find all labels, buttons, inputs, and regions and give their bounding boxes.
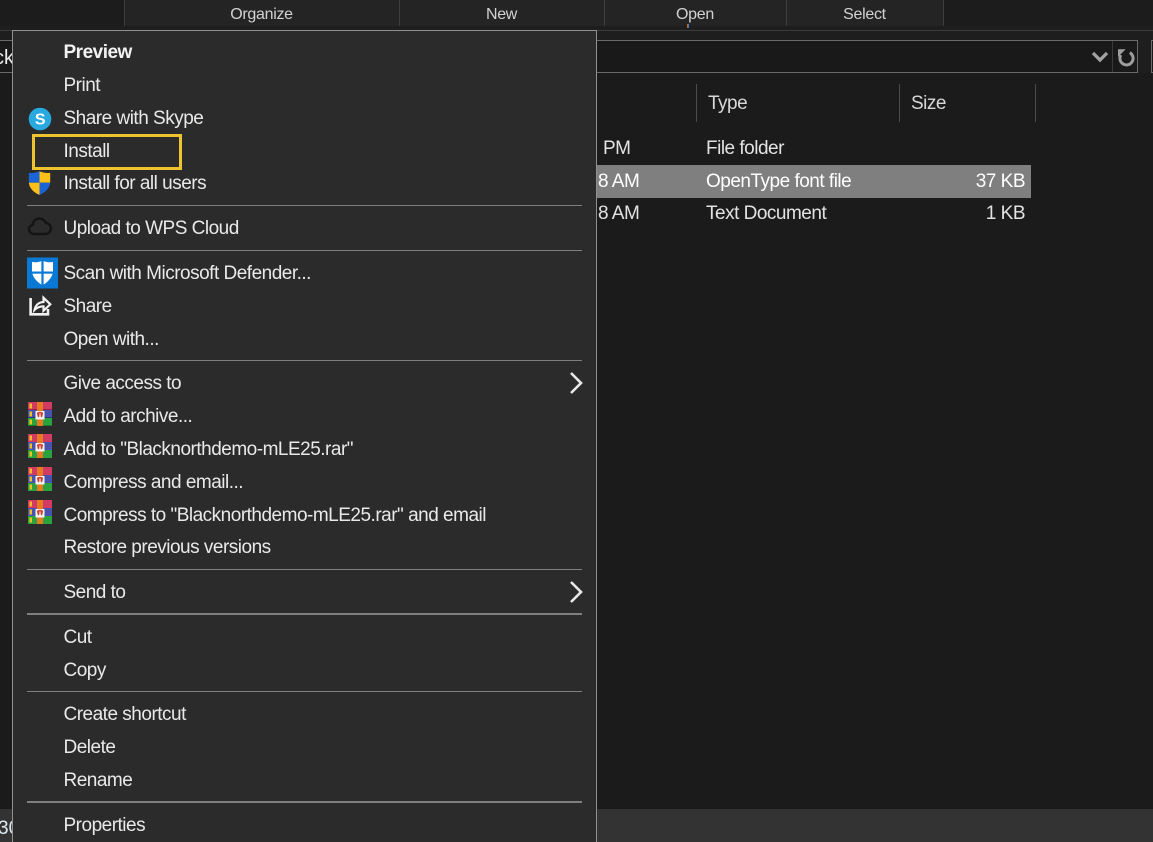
- svg-text:S: S: [34, 111, 45, 128]
